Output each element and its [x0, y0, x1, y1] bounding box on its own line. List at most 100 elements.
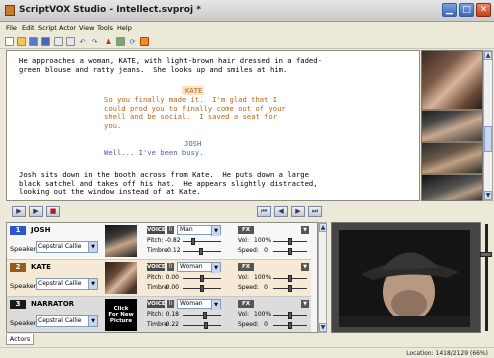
- scrollbar-thumb[interactable]: [484, 126, 492, 152]
- actor-row-josh[interactable]: 1 JOSH Speaker: Cepstral Callie ▼ VOICE Ī…: [7, 223, 311, 260]
- menu-help[interactable]: Help: [117, 24, 132, 32]
- voice-select[interactable]: Woman ▼: [177, 262, 221, 273]
- speed-slider[interactable]: [273, 248, 307, 255]
- master-volume-knob[interactable]: [480, 252, 492, 257]
- tab-actors[interactable]: Actors: [6, 334, 34, 345]
- pitch-label: Pitch:: [147, 311, 164, 318]
- scroll-up-icon[interactable]: ▲: [319, 223, 327, 232]
- speed-slider[interactable]: [273, 285, 307, 292]
- vol-slider[interactable]: [273, 275, 307, 282]
- actor-icon[interactable]: ♟: [104, 37, 113, 46]
- vol-slider[interactable]: [273, 238, 307, 245]
- menu-file[interactable]: File: [6, 24, 17, 32]
- slider-knob[interactable]: [191, 238, 195, 245]
- thumbnail-josh[interactable]: [422, 143, 482, 173]
- slider-knob[interactable]: [288, 275, 292, 282]
- speaker-select[interactable]: Cepstral Callie ▼: [36, 241, 98, 253]
- slider-knob[interactable]: [203, 312, 207, 319]
- fx-tag: FX: [238, 300, 254, 308]
- first-line-icon[interactable]: ⏮: [257, 206, 271, 217]
- app-icon: [5, 5, 15, 16]
- redo-icon[interactable]: ↷: [90, 37, 99, 46]
- status-bar: Location: 1418/2129 (66%): [0, 347, 494, 358]
- copy-icon[interactable]: [66, 37, 75, 46]
- save-all-icon[interactable]: [41, 37, 50, 46]
- slider-knob[interactable]: [200, 275, 204, 282]
- slider-knob[interactable]: [288, 248, 292, 255]
- actor-number: 1: [10, 226, 26, 235]
- play-icon[interactable]: ▶: [12, 206, 26, 217]
- save-icon[interactable]: [29, 37, 38, 46]
- menu-script[interactable]: Script: [38, 24, 57, 32]
- menu-tools[interactable]: Tools: [97, 24, 113, 32]
- fx-menu-icon[interactable]: ▼: [301, 263, 309, 271]
- add-picture-button[interactable]: Click For New Picture: [105, 299, 137, 331]
- menu-actor[interactable]: Actor: [59, 24, 76, 32]
- vol-slider[interactable]: [273, 312, 307, 319]
- timbre-slider[interactable]: [183, 248, 221, 255]
- action-paragraph: He approaches a woman, KATE, with light-…: [19, 56, 322, 74]
- fx-tag: FX: [238, 263, 254, 271]
- scroll-down-icon[interactable]: ▼: [484, 191, 492, 200]
- slider-knob[interactable]: [288, 285, 292, 292]
- voice-info-icon[interactable]: ĪI: [167, 226, 174, 234]
- pitch-slider[interactable]: [183, 275, 221, 282]
- actor-portrait[interactable]: [105, 225, 137, 257]
- fx-menu-icon[interactable]: ▼: [301, 226, 309, 234]
- voice-select[interactable]: Man ▼: [177, 225, 221, 236]
- master-volume-track[interactable]: [485, 224, 488, 331]
- actor-row-narrator[interactable]: 3 NARRATOR Speaker: Cepstral Callie ▼ Cli…: [7, 297, 311, 332]
- speed-slider[interactable]: [273, 322, 307, 329]
- voice-select[interactable]: Woman ▼: [177, 299, 221, 310]
- previous-line-icon[interactable]: ◀: [274, 206, 288, 217]
- menu-edit[interactable]: Edit: [22, 24, 35, 32]
- actors-scrollbar[interactable]: ▲ ▼: [318, 222, 327, 333]
- maximize-button[interactable]: □: [459, 3, 474, 17]
- new-icon[interactable]: [5, 37, 14, 46]
- slider-knob[interactable]: [199, 248, 203, 255]
- slider-knob[interactable]: [288, 322, 292, 329]
- image-icon[interactable]: [116, 37, 125, 46]
- voice-icon[interactable]: [140, 37, 149, 46]
- play-from-icon[interactable]: ▶: [29, 206, 43, 217]
- next-line-icon[interactable]: ▶: [291, 206, 305, 217]
- minimize-button[interactable]: ▁: [442, 3, 457, 17]
- script-editor[interactable]: He approaches a woman, KATE, with light-…: [6, 50, 420, 201]
- slider-knob[interactable]: [200, 285, 204, 292]
- scroll-up-icon[interactable]: ▲: [484, 51, 492, 60]
- timbre-slider[interactable]: [183, 285, 221, 292]
- pitch-slider[interactable]: [183, 238, 221, 245]
- timbre-value: -0.12: [165, 247, 181, 254]
- thumbnail-josh[interactable]: [422, 111, 482, 141]
- slider-knob[interactable]: [204, 322, 208, 329]
- slider-knob[interactable]: [288, 312, 292, 319]
- thumbnail-josh[interactable]: [422, 175, 482, 200]
- close-button[interactable]: ✕: [476, 3, 491, 17]
- voice-tag: VOICE: [147, 300, 166, 308]
- speaker-select[interactable]: Cepstral Callie ▼: [36, 278, 98, 290]
- actor-portrait[interactable]: [105, 262, 137, 294]
- undo-icon[interactable]: ↶: [78, 37, 87, 46]
- thumbnail-kate[interactable]: [422, 51, 482, 109]
- scroll-down-icon[interactable]: ▼: [319, 323, 327, 332]
- actor-row-kate[interactable]: 2 KATE Speaker: Cepstral Callie ▼ VOICE Ī…: [7, 260, 311, 297]
- voice-info-icon[interactable]: ĪI: [167, 263, 174, 271]
- open-icon[interactable]: [17, 37, 26, 46]
- action-paragraph: Josh sits down in the booth across from …: [19, 170, 318, 197]
- menu-view[interactable]: View: [79, 24, 94, 32]
- speaker-select[interactable]: Cepstral Callie ▼: [36, 315, 98, 327]
- chevron-down-icon: ▼: [211, 300, 220, 310]
- voice-info-icon[interactable]: ĪI: [167, 300, 174, 308]
- properties-icon[interactable]: [54, 37, 63, 46]
- vol-label: Vol:: [238, 311, 249, 318]
- refresh-icon[interactable]: ⟳: [128, 37, 137, 46]
- script-scrollbar[interactable]: ▲ ▼: [483, 50, 493, 201]
- fx-menu-icon[interactable]: ▼: [301, 300, 309, 308]
- timbre-slider[interactable]: [183, 322, 221, 329]
- stop-icon[interactable]: ■: [46, 206, 60, 217]
- chevron-down-icon: ▼: [88, 279, 97, 289]
- speaker-value: Cepstral Callie: [38, 243, 82, 250]
- slider-knob[interactable]: [288, 238, 292, 245]
- last-line-icon[interactable]: ⏭: [308, 206, 322, 217]
- pitch-slider[interactable]: [183, 312, 221, 319]
